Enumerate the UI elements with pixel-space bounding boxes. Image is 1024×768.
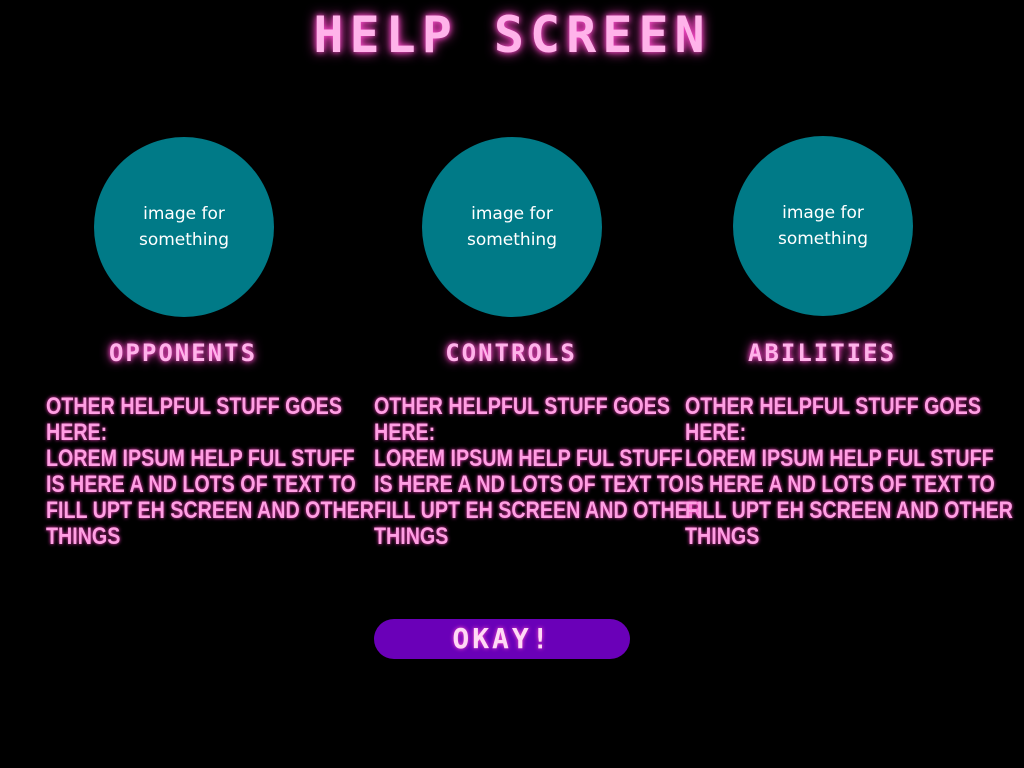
body-line: IS HERE A ND LOTS OF TEXT TO xyxy=(374,471,684,498)
body-line: OTHER HELPFUL STUFF GOES xyxy=(46,393,342,420)
body-line: OTHER HELPFUL STUFF GOES xyxy=(685,393,981,420)
body-line: FILL UPT EH SCREEN AND OTHER xyxy=(46,497,375,524)
image-placeholder-opponents: image for something xyxy=(94,137,274,317)
heading-abilities: ABILITIES xyxy=(747,339,897,367)
body-line: OTHER HELPFUL STUFF GOES xyxy=(374,393,670,420)
heading-opponents: OPPONENTS xyxy=(108,339,258,367)
image-placeholder-label: image for something xyxy=(777,203,868,249)
body-line: IS HERE A ND LOTS OF TEXT TO xyxy=(685,471,995,498)
body-line: FILL UPT EH SCREEN AND OTHER xyxy=(685,497,1014,524)
heading-controls: CONTROLS xyxy=(445,339,577,367)
body-text-opponents: OTHER HELPFUL STUFF GOES HERE: LOREM IPS… xyxy=(46,393,375,550)
image-placeholder-controls: image for something xyxy=(422,137,602,317)
image-placeholder-label: image for something xyxy=(466,204,557,250)
body-line: THINGS xyxy=(374,523,449,550)
body-line: HERE: xyxy=(685,419,747,446)
body-line: LOREM IPSUM HELP FUL STUFF xyxy=(46,445,355,472)
okay-button[interactable]: OKAY! xyxy=(374,619,630,659)
okay-button-label: OKAY! xyxy=(452,622,552,655)
body-line: LOREM IPSUM HELP FUL STUFF xyxy=(685,445,994,472)
body-line: THINGS xyxy=(46,523,121,550)
body-line: THINGS xyxy=(685,523,760,550)
page-title: HELP SCREEN xyxy=(313,6,711,64)
image-placeholder-label: image for something xyxy=(138,204,229,250)
body-line: FILL UPT EH SCREEN AND OTHER xyxy=(374,497,703,524)
body-text-abilities: OTHER HELPFUL STUFF GOES HERE: LOREM IPS… xyxy=(685,393,1014,550)
body-line: HERE: xyxy=(46,419,108,446)
body-line: IS HERE A ND LOTS OF TEXT TO xyxy=(46,471,356,498)
body-line: LOREM IPSUM HELP FUL STUFF xyxy=(374,445,683,472)
image-placeholder-abilities: image for something xyxy=(733,136,913,316)
body-line: HERE: xyxy=(374,419,436,446)
body-text-controls: OTHER HELPFUL STUFF GOES HERE: LOREM IPS… xyxy=(374,393,703,550)
